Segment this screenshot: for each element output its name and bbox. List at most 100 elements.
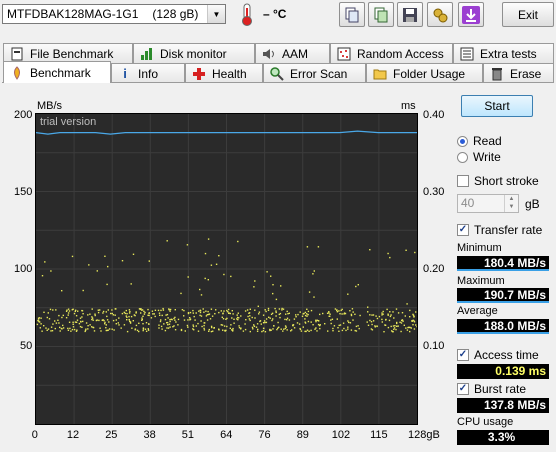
burst-rate-checkbox[interactable]: ✓ Burst rate — [457, 382, 526, 396]
drive-select[interactable]: MTFDBAK128MAG-1G1 (128 gB) ▼ — [2, 4, 226, 24]
short-stroke-stepper[interactable]: 40 ▲ ▼ — [457, 194, 519, 213]
access-time-point — [106, 283, 108, 286]
x-tick-label: 64 — [220, 429, 233, 441]
tab-extra-tests[interactable]: Extra tests — [453, 43, 554, 63]
access-time-point — [55, 309, 57, 311]
access-time-point — [195, 312, 197, 314]
access-time-point — [67, 308, 70, 310]
access-time-point — [266, 271, 268, 273]
access-time-point — [79, 317, 82, 319]
access-time-point — [267, 309, 270, 311]
access-time-point — [256, 323, 259, 325]
access-time-point — [166, 327, 168, 329]
minimum-label: Minimum — [457, 242, 502, 254]
access-time-point — [328, 312, 330, 314]
access-time-point — [62, 324, 64, 327]
access-time-point — [157, 309, 160, 312]
access-time-point — [40, 323, 42, 325]
tab-aam[interactable]: AAM — [255, 43, 330, 63]
drive-name: MTFDBAK128MAG-1G1 — [7, 7, 139, 21]
maximum-label: Maximum — [457, 275, 505, 287]
access-time-point — [173, 317, 175, 320]
access-time-point — [114, 308, 116, 310]
access-time-point — [238, 327, 241, 329]
tab-file-benchmark[interactable]: File Benchmark — [3, 43, 133, 63]
access-time-point — [200, 294, 203, 296]
tab-health[interactable]: Health — [185, 63, 263, 83]
access-time-checkbox[interactable]: ✓ Access time — [457, 348, 539, 362]
exit-button[interactable]: Exit — [502, 2, 554, 27]
access-time-point — [319, 313, 321, 316]
copy-text-button[interactable] — [339, 2, 365, 27]
access-time-point — [376, 325, 378, 327]
access-time-point — [409, 309, 411, 312]
access-time-point — [260, 323, 262, 325]
access-time-point — [392, 311, 394, 313]
access-time-point — [341, 329, 344, 332]
write-radio[interactable]: Write — [457, 150, 501, 164]
tab-disk-monitor[interactable]: Disk monitor — [133, 43, 255, 63]
plot-canvas — [36, 114, 417, 424]
access-time-point — [280, 285, 282, 287]
access-time-point — [223, 310, 225, 312]
tab-benchmark[interactable]: Benchmark — [3, 61, 111, 83]
left-axis-unit: MB/s — [37, 100, 63, 112]
tab-label: Extra tests — [480, 46, 537, 61]
save-button[interactable] — [397, 2, 423, 27]
access-time-point — [165, 314, 167, 316]
access-time-point — [256, 330, 259, 332]
access-time-point — [145, 322, 148, 324]
access-time-point — [393, 317, 395, 319]
access-time-point — [300, 330, 303, 332]
chevron-down-icon[interactable]: ▼ — [207, 5, 225, 23]
access-time-point — [396, 321, 398, 324]
access-time-point — [168, 323, 171, 325]
access-time-point — [354, 329, 356, 332]
tab-erase[interactable]: Erase — [483, 63, 554, 83]
access-time-point — [249, 330, 251, 333]
x-tick-label: 115 — [370, 429, 388, 441]
access-time-point — [240, 327, 242, 329]
transfer-rate-checkbox[interactable]: ✓ Transfer rate — [457, 223, 542, 237]
access-time-point — [276, 328, 278, 331]
access-time-point — [211, 326, 213, 329]
access-time-point — [372, 320, 375, 322]
access-time-point — [87, 314, 89, 316]
access-time-point — [192, 328, 194, 330]
access-time-point — [194, 319, 196, 321]
access-time-point — [40, 317, 42, 319]
access-time-point — [102, 319, 104, 321]
access-time-point — [69, 327, 71, 330]
access-time-point — [110, 312, 112, 315]
access-time-point — [299, 327, 301, 330]
read-radio[interactable]: Read — [457, 134, 502, 148]
start-button[interactable]: Start — [461, 95, 533, 117]
access-time-point — [46, 316, 48, 319]
access-time-point — [147, 329, 150, 331]
access-time-point — [160, 325, 163, 328]
access-time-point — [242, 330, 245, 332]
stepper-arrows-icon[interactable]: ▲ ▼ — [504, 195, 518, 212]
tab-error-scan[interactable]: Error Scan — [263, 63, 366, 83]
access-time-point — [372, 314, 375, 316]
y-tick-left: 200 — [14, 109, 33, 121]
options-button[interactable] — [427, 2, 453, 27]
short-stroke-checkbox[interactable]: Short stroke — [457, 174, 539, 188]
tab-info[interactable]: i Info — [111, 63, 185, 83]
access-time-point — [370, 328, 373, 330]
tab-random-access[interactable]: Random Access — [330, 43, 453, 63]
access-time-point — [91, 308, 93, 310]
access-time-point — [247, 315, 249, 318]
access-time-point — [381, 318, 383, 321]
copy-screenshot-button[interactable] — [368, 2, 394, 27]
access-time-point — [161, 328, 163, 330]
tab-folder-usage[interactable]: Folder Usage — [366, 63, 483, 83]
access-time-point — [180, 329, 183, 332]
health-cross-icon — [192, 67, 206, 81]
download-button[interactable] — [458, 2, 484, 27]
access-time-point — [254, 309, 256, 311]
access-time-point — [281, 307, 283, 310]
access-time-point — [203, 329, 206, 331]
short-stroke-label: Short stroke — [474, 174, 539, 188]
access-time-point — [214, 313, 216, 315]
